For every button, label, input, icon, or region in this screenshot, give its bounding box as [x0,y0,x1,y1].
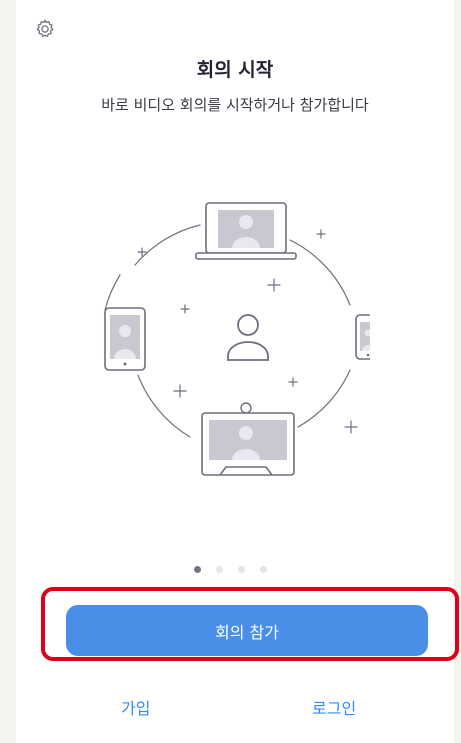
carousel-dot[interactable] [238,566,246,573]
gear-icon[interactable] [34,18,56,40]
carousel-dot[interactable] [260,566,268,573]
plus-icon [344,420,358,434]
plus-icon [180,304,190,314]
plus-icon [267,278,281,292]
login-link[interactable]: 로그인 [312,695,356,719]
connection-arc [134,224,201,266]
room-system-icon [201,402,295,476]
phone-icon [355,314,370,360]
signup-link[interactable]: 가입 [121,695,150,719]
laptop-icon [195,202,297,260]
user-icon [227,314,269,361]
connection-arc [137,374,191,438]
tablet-icon [104,307,146,371]
carousel-dot[interactable] [215,566,223,573]
plus-icon [173,384,187,398]
plus-icon [288,377,298,387]
carousel-indicator[interactable] [0,558,461,577]
page-title: 회의 시작 [196,59,274,81]
page-subtitle: 바로 비디오 회의를 시작하거나 참가합니다 [101,96,369,114]
connection-arc [289,239,351,306]
plus-icon [316,229,326,239]
carousel-dot-active[interactable] [193,566,201,573]
join-meeting-button[interactable]: 회의 참가 [66,605,428,656]
connection-arc [104,274,121,311]
connection-arc [297,369,351,428]
meeting-illustration [104,202,370,476]
